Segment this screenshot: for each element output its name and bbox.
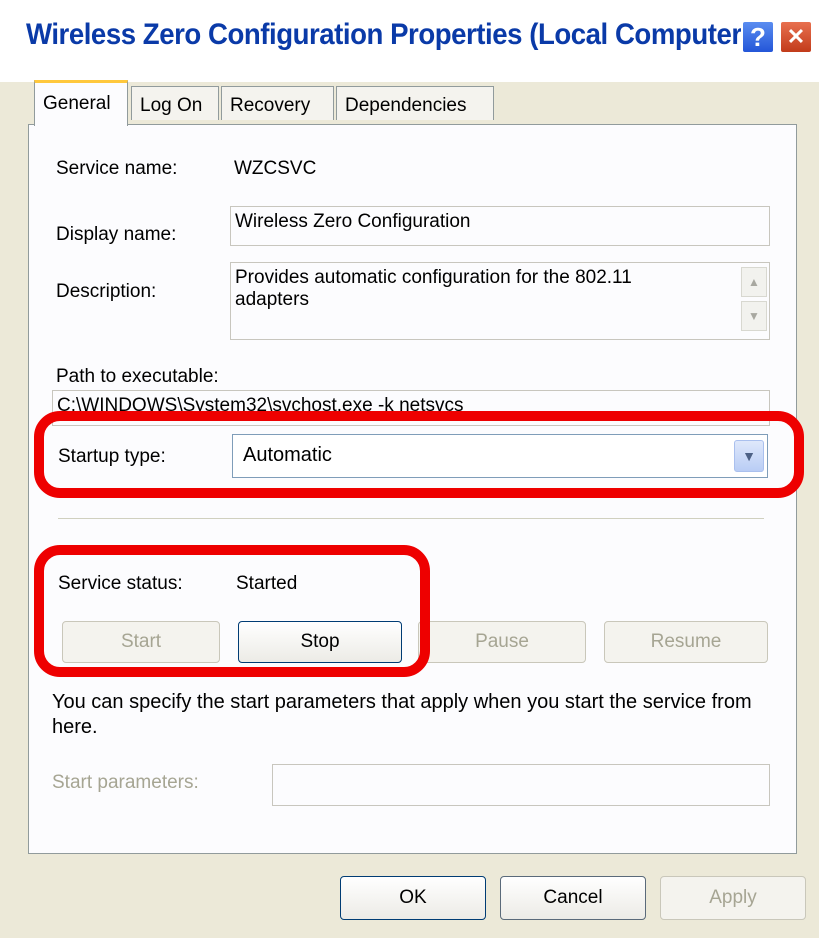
tab-label: General (43, 93, 111, 114)
description-value: Provides automatic configuration for the… (235, 267, 632, 310)
description-scrollbar[interactable]: ▲ ▼ (741, 267, 767, 335)
display-name-label: Display name: (56, 224, 177, 245)
cancel-button[interactable]: Cancel (500, 876, 646, 920)
ok-button-label: OK (399, 887, 427, 908)
path-label: Path to executable: (56, 366, 219, 387)
title-bar[interactable]: Wireless Zero Configuration Properties (… (0, 0, 819, 82)
service-name-label: Service name: (56, 158, 178, 179)
tab-dependencies[interactable]: Dependencies (336, 86, 494, 120)
help-button[interactable]: ? (741, 20, 775, 54)
start-parameters-label: Start parameters: (52, 772, 199, 793)
startup-type-highlight (34, 411, 804, 498)
tab-log-on[interactable]: Log On (131, 86, 219, 120)
display-name-value: Wireless Zero Configuration (235, 211, 471, 232)
tab-label: Log On (140, 95, 203, 116)
tab-recovery[interactable]: Recovery (221, 86, 334, 120)
tab-label: Dependencies (345, 95, 467, 116)
resume-button-label: Resume (650, 631, 722, 652)
description-field[interactable]: Provides automatic configuration for the… (230, 262, 770, 340)
ok-button[interactable]: OK (340, 876, 486, 920)
description-label: Description: (56, 281, 157, 302)
pause-button-label: Pause (475, 631, 529, 652)
close-icon: ✕ (786, 24, 806, 49)
up-arrow-icon[interactable]: ▲ (741, 267, 767, 297)
help-icon: ? (750, 21, 766, 52)
cancel-button-label: Cancel (543, 887, 603, 908)
pause-button[interactable]: Pause (418, 621, 586, 663)
divider (58, 518, 764, 519)
apply-button[interactable]: Apply (660, 876, 806, 920)
resume-button[interactable]: Resume (604, 621, 768, 663)
service-name-value: WZCSVC (234, 158, 317, 179)
window-title: Wireless Zero Configuration Properties (… (26, 18, 751, 51)
close-button[interactable]: ✕ (779, 20, 813, 54)
start-parameters-hint: You can specify the start parameters tha… (52, 691, 752, 738)
tab-label: Recovery (230, 95, 311, 116)
service-status-highlight (34, 545, 430, 677)
tab-general[interactable]: General (34, 80, 128, 126)
start-parameters-input[interactable] (272, 764, 770, 806)
down-arrow-icon[interactable]: ▼ (741, 301, 767, 331)
properties-dialog: Wireless Zero Configuration Properties (… (0, 0, 819, 938)
apply-button-label: Apply (709, 887, 757, 908)
display-name-field[interactable]: Wireless Zero Configuration (230, 206, 770, 246)
